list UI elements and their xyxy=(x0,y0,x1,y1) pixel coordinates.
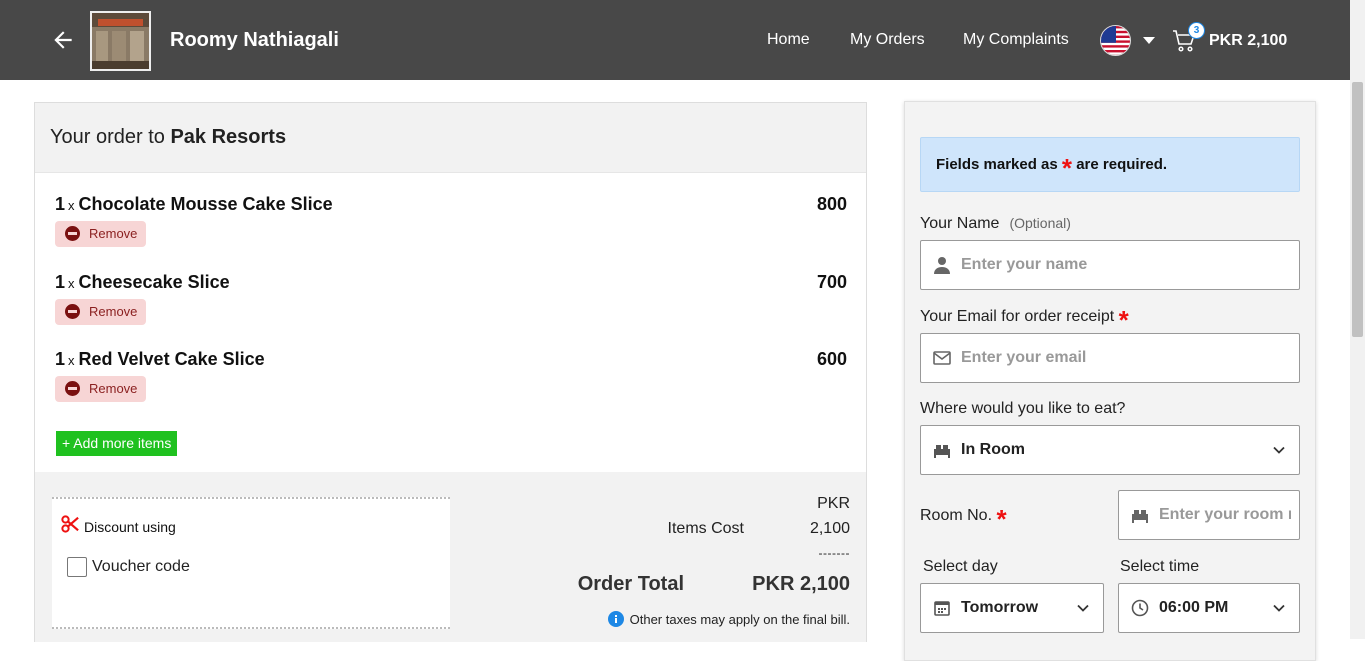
nav-my-orders[interactable]: My Orders xyxy=(850,31,925,49)
order-item: 1 x Red Velvet Cake Slice 600 Remove xyxy=(55,349,847,402)
brand-name: Roomy Nathiagali xyxy=(170,29,339,51)
item-qty: 1 xyxy=(55,272,66,292)
room-label: Room No. * xyxy=(920,504,1007,534)
remove-label: Remove xyxy=(89,304,138,319)
eat-location-value: In Room xyxy=(961,441,1025,458)
chevron-down-icon xyxy=(1273,604,1285,612)
nav-home[interactable]: Home xyxy=(767,31,810,49)
order-total-value: PKR 2,100 xyxy=(752,573,850,595)
time-select[interactable]: 06:00 PM xyxy=(1118,583,1300,633)
add-more-items-button[interactable]: + Add more items xyxy=(56,431,178,456)
voucher-label[interactable]: Voucher code xyxy=(92,558,190,576)
email-field[interactable]: Enter your email xyxy=(920,333,1300,383)
items-cost-label: Items Cost xyxy=(667,520,744,537)
page-scrollbar-thumb[interactable] xyxy=(1352,82,1363,337)
optional-tag: (Optional) xyxy=(1009,215,1071,231)
remove-label: Remove xyxy=(89,226,138,241)
order-title-prefix: Your order to xyxy=(50,126,165,148)
back-arrow-icon[interactable] xyxy=(50,27,76,53)
minus-circle-icon xyxy=(65,381,80,396)
remove-item-button[interactable]: Remove xyxy=(55,221,146,247)
time-label: Select time xyxy=(1120,558,1200,575)
tax-note: Other taxes may apply on the final bill. xyxy=(607,611,850,627)
cart-total[interactable]: PKR 2,100 xyxy=(1209,32,1287,50)
language-dropdown-caret-icon[interactable] xyxy=(1143,37,1155,44)
currency-label: PKR xyxy=(817,495,850,512)
discount-label: Discount using xyxy=(84,519,176,535)
checkout-form: Fields marked as * are required. Your Na… xyxy=(904,101,1316,661)
item-multiplier: x xyxy=(68,276,75,291)
required-asterisk-icon: * xyxy=(1061,153,1073,183)
day-label: Select day xyxy=(923,558,998,575)
discount-box: Discount using Voucher code xyxy=(52,497,450,629)
scissors-icon xyxy=(61,515,79,533)
email-label: Your Email for order receipt * xyxy=(920,305,1129,335)
bed-icon xyxy=(1132,510,1148,523)
item-qty: 1 xyxy=(55,194,66,214)
name-label: Your Name (Optional) xyxy=(920,215,1071,232)
order-totals-section: Discount using Voucher code PKR Items Co… xyxy=(35,472,866,642)
order-heading: Your order to Pak Resorts xyxy=(35,103,866,173)
calendar-icon xyxy=(934,601,950,616)
minus-circle-icon xyxy=(65,226,80,241)
item-multiplier: x xyxy=(68,198,75,213)
order-summary-panel: Your order to Pak Resorts 1 x Chocolate Mo… xyxy=(34,102,867,642)
item-name: Cheesecake Slice xyxy=(78,272,230,292)
day-value: Tomorrow xyxy=(961,599,1039,616)
user-icon xyxy=(934,257,950,274)
notice-suffix: are required. xyxy=(1076,156,1168,173)
eat-location-select[interactable]: In Room xyxy=(920,425,1300,475)
sum-divider: ------- xyxy=(818,546,850,560)
item-price: 600 xyxy=(816,349,847,369)
envelope-icon xyxy=(933,351,951,365)
required-asterisk-icon: * xyxy=(996,504,1007,534)
restaurant-name: Pak Resorts xyxy=(170,126,287,148)
minus-circle-icon xyxy=(65,304,80,319)
item-price: 700 xyxy=(816,272,847,292)
tax-note-text: Other taxes may apply on the final bill. xyxy=(629,612,850,627)
nav-my-complaints[interactable]: My Complaints xyxy=(963,31,1069,49)
time-value: 06:00 PM xyxy=(1159,599,1229,616)
info-icon xyxy=(607,611,624,627)
day-select[interactable]: Tomorrow xyxy=(920,583,1104,633)
name-field[interactable]: Enter your name xyxy=(920,240,1300,290)
item-qty: 1 xyxy=(55,349,66,369)
required-asterisk-icon: * xyxy=(1118,305,1129,335)
eat-location-label: Where would you like to eat? xyxy=(920,400,1126,417)
item-name: Red Velvet Cake Slice xyxy=(78,349,265,369)
top-bar: Roomy Nathiagali Home My Orders My Compl… xyxy=(0,0,1365,80)
room-placeholder: Enter your room n xyxy=(1159,506,1291,523)
item-price: 800 xyxy=(816,194,847,214)
us-flag-icon[interactable] xyxy=(1100,25,1131,56)
hotel-logo[interactable] xyxy=(90,11,151,71)
cart-count-badge: 3 xyxy=(1188,22,1205,39)
clock-icon xyxy=(1131,599,1149,617)
remove-item-button[interactable]: Remove xyxy=(55,376,146,402)
order-total-label: Order Total xyxy=(577,573,684,595)
item-multiplier: x xyxy=(68,353,75,368)
item-name: Chocolate Mousse Cake Slice xyxy=(78,194,333,214)
notice-prefix: Fields marked as xyxy=(936,156,1058,173)
order-item: 1 x Cheesecake Slice 700 Remove xyxy=(55,272,847,325)
name-placeholder: Enter your name xyxy=(961,256,1088,273)
order-item: 1 x Chocolate Mousse Cake Slice 800 Remove xyxy=(55,194,847,247)
required-notice: Fields marked as * are required. xyxy=(920,137,1300,192)
email-placeholder: Enter your email xyxy=(961,349,1087,366)
voucher-checkbox[interactable] xyxy=(67,557,87,577)
remove-item-button[interactable]: Remove xyxy=(55,299,146,325)
room-number-field[interactable]: Enter your room n xyxy=(1118,490,1300,540)
items-cost-value: 2,100 xyxy=(809,520,850,537)
bed-icon xyxy=(934,445,950,458)
remove-label: Remove xyxy=(89,381,138,396)
chevron-down-icon xyxy=(1077,604,1089,612)
chevron-down-icon xyxy=(1273,446,1285,454)
